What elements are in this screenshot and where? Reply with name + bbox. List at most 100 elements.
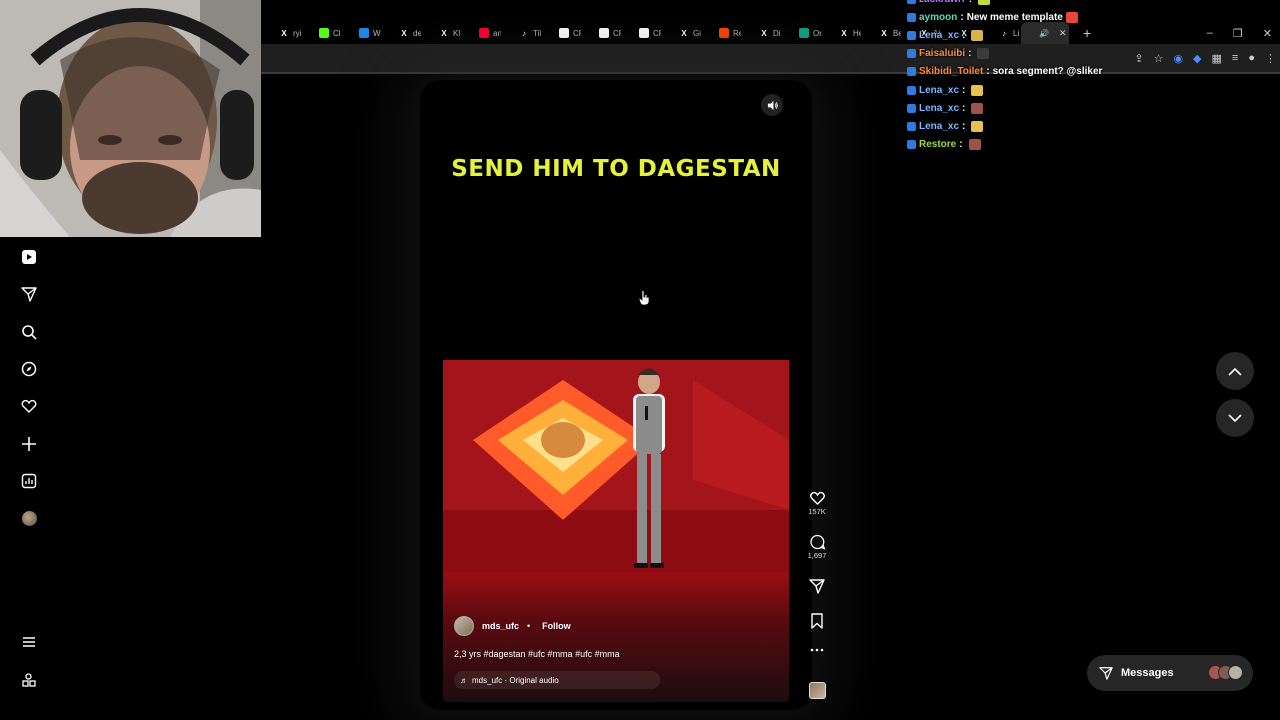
like-action[interactable]: 157K [800,490,834,516]
browser-tab[interactable]: an [461,22,501,44]
chat-message: Faisaluibi: [907,48,990,59]
share-icon[interactable] [19,284,39,304]
share-action[interactable] [800,578,834,594]
audio-thumbnail[interactable] [809,682,826,699]
reels-icon[interactable] [19,247,39,267]
browser-tab[interactable]: 🔊 ✕ [1021,22,1069,44]
next-reel-button[interactable] [1216,399,1254,437]
chat-badge-icon [907,49,916,58]
x-icon: X [759,28,769,38]
profile-icon[interactable]: ● [1248,52,1255,65]
avatar [1228,665,1243,680]
streamer-face-image [0,0,261,237]
new-tab-button[interactable]: + [1083,25,1091,41]
minimize-button[interactable]: – [1207,27,1213,39]
chat-username: zackrawrr [919,0,966,5]
close-tab-icon[interactable]: ✕ [1059,28,1067,39]
audio-toggle-button[interactable] [761,94,783,116]
tab-label: Kl [453,28,461,38]
apps-grid-icon[interactable] [19,670,39,690]
heart-icon[interactable] [809,490,826,506]
reddit-icon [719,28,729,38]
share-icon[interactable] [809,578,825,594]
tab-label: ryi [293,28,301,38]
chat-badge-icon [907,140,916,149]
browser-tab[interactable]: ♪ Li [981,22,1021,44]
follow-button[interactable]: Follow [542,621,571,631]
close-window-button[interactable]: ✕ [1263,27,1272,40]
comment-count: 1,697 [807,551,827,560]
author-avatar[interactable] [454,616,474,636]
media-control-icon[interactable]: ≡ [1232,52,1238,65]
browser-tab[interactable]: CF [621,22,661,44]
browser-tab[interactable]: X Kl [421,22,461,44]
messages-button[interactable]: Messages [1087,655,1253,691]
browser-tab[interactable]: X He [821,22,861,44]
tab-label: Li [1013,28,1020,38]
chat-separator: : [962,85,966,96]
doc-icon [559,28,569,38]
chat-badge-icon [907,104,916,113]
reel-description[interactable]: 2,3 yrs #dagestan #ufc #mma #ufc #mma [454,649,620,659]
browser-tab[interactable]: CF [581,22,621,44]
heart-icon[interactable] [19,396,39,416]
video-frame [443,360,789,572]
browser-tab[interactable]: Re [701,22,741,44]
browser-tab[interactable]: X Di [741,22,781,44]
chat-emote-icon [977,48,990,59]
menu-kebab-icon[interactable]: ⋮ [1265,52,1276,65]
browser-tab-strip: XryiClWXdeXKlan♪TilCFCFCFXGiReXDiOrXHeXB… [261,22,1280,44]
restore-button[interactable]: ❐ [1233,27,1243,40]
window-controls: – ❐ ✕ [1207,22,1280,44]
comment-action[interactable]: 1,697 [800,534,834,560]
browser-tab[interactable]: CF [541,22,581,44]
chat-message: Skibidi_Toilet: sora segment? @sliker [907,66,1102,77]
doc-icon [599,28,609,38]
tiktok-icon: ♪ [999,28,1009,38]
browser-tab[interactable]: Or [781,22,821,44]
youtube-icon [479,28,489,38]
browser-tab[interactable]: Xde [381,22,421,44]
browser-tab[interactable]: X Be [861,22,901,44]
search-icon[interactable] [19,322,39,342]
extension-audio-icon[interactable]: ◉ [1173,52,1183,65]
profile-avatar[interactable] [19,508,39,528]
bookmark-star-icon[interactable]: ☆ [1154,52,1164,65]
chat-message: Restore: [907,139,981,150]
comment-icon[interactable] [809,534,826,550]
explore-compass-icon[interactable] [19,359,39,379]
save-action[interactable] [800,613,834,629]
extensions-puzzle-icon[interactable]: ▦ [1212,52,1222,65]
stage-image [443,360,789,572]
previous-reel-button[interactable] [1216,352,1254,390]
browser-tab[interactable]: W [341,22,381,44]
webcam-overlay [0,0,261,237]
hamburger-menu-icon[interactable] [19,632,39,652]
reel-player[interactable]: SEND HIM TO DAGESTAN mds_ufc • Follow 2,… [443,88,789,702]
chat-username: Skibidi_Toilet [919,66,984,77]
create-plus-icon[interactable] [19,434,39,454]
author-name[interactable]: mds_ufc [482,621,519,631]
more-options-action[interactable] [800,647,834,653]
dashboard-icon[interactable] [19,471,39,491]
chat-username: Restore [919,139,957,150]
chat-separator: : [969,0,972,5]
chat-emote-icon [971,121,984,132]
audio-pill[interactable]: ♬ mds_ufc · Original audio [454,671,660,689]
browser-tab[interactable]: ♪ Til [501,22,541,44]
tab-label: Re [733,28,741,38]
hand-cursor-icon [638,290,650,306]
browser-tab[interactable]: Xryi [261,22,301,44]
browser-tab[interactable]: X Gi [661,22,701,44]
bookmark-icon[interactable] [810,613,824,629]
vlc-icon [359,28,369,38]
chat-emote-icon [971,103,984,114]
tab-label: de [413,28,421,38]
browser-tab[interactable]: Cl [301,22,341,44]
chat-separator: : [959,139,963,150]
chat-message: aymoon: New meme template [907,12,1078,23]
install-app-icon[interactable]: ⇪ [1134,52,1143,65]
more-dots-icon[interactable] [810,647,824,653]
tab-label: W [373,28,381,38]
extension-shield-icon[interactable]: ◆ [1193,52,1201,65]
